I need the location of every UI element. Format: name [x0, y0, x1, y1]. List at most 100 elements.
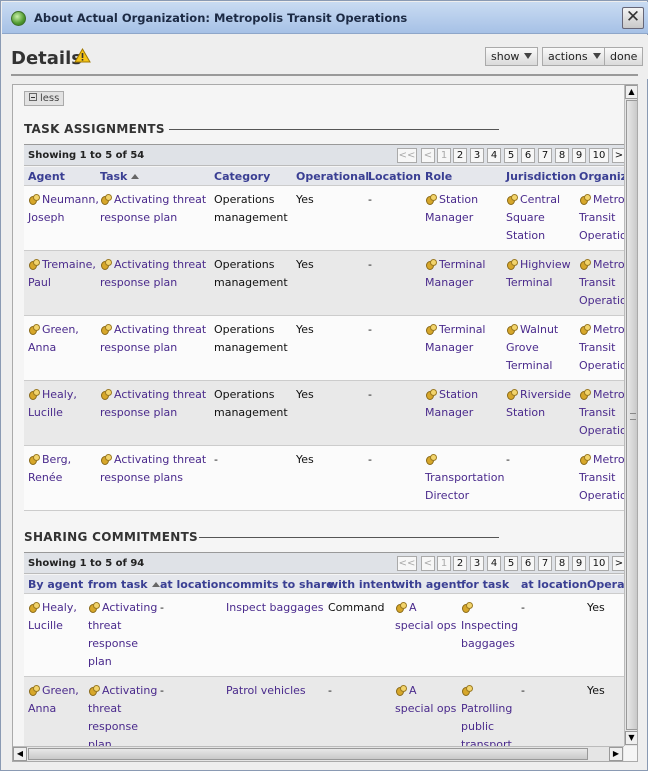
title-bar[interactable]: About Actual Organization: Metropolis Tr…	[2, 2, 648, 34]
less-toggle[interactable]: less	[24, 91, 65, 106]
table-cell[interactable]: Activating threat response plan	[88, 599, 157, 671]
cell-text[interactable]: response plan	[100, 406, 177, 419]
cell-text[interactable]: Transit	[579, 341, 615, 354]
cell-text[interactable]: Manager	[425, 211, 473, 224]
cell-text[interactable]: Renée	[28, 471, 62, 484]
cell-text[interactable]: Walnut	[520, 323, 558, 336]
cell-text[interactable]: baggages	[461, 637, 515, 650]
cell-text[interactable]: Terminal	[439, 258, 486, 271]
table-cell[interactable]: Inspecting baggages	[461, 599, 518, 653]
column-header[interactable]: at location	[160, 578, 226, 591]
table-cell[interactable]: Activating threat response plan	[100, 321, 206, 357]
scroll-left-arrow[interactable]: ◀	[13, 747, 27, 761]
cell-text[interactable]: Terminal	[439, 323, 486, 336]
cell-text[interactable]: Inspecting	[461, 619, 518, 632]
pager-button-11[interactable]: 10	[589, 148, 609, 163]
cell-text[interactable]: Activating	[102, 601, 157, 614]
pager-button-7[interactable]: 6	[521, 556, 535, 571]
cell-text[interactable]: Activating threat	[114, 193, 206, 206]
table-cell[interactable]: Riverside Station	[506, 386, 571, 422]
cell-text[interactable]: Transportation	[425, 471, 504, 484]
cell-text[interactable]: threat	[88, 702, 121, 715]
cell-text[interactable]: Healy,	[42, 388, 77, 401]
cell-text[interactable]: Square	[506, 211, 545, 224]
pager-button-1[interactable]: <	[421, 148, 435, 163]
pager-button-10[interactable]: 9	[572, 148, 586, 163]
cell-text[interactable]: Director	[425, 489, 469, 502]
cell-text[interactable]: Operation	[579, 359, 624, 372]
column-header[interactable]: Category	[214, 170, 270, 183]
table-cell[interactable]: Healy, Lucille	[28, 599, 77, 635]
column-header[interactable]: Operational	[296, 170, 369, 183]
column-header[interactable]: with intent	[328, 578, 396, 591]
table-cell[interactable]: Metrop Transit Operation	[579, 386, 624, 440]
scroll-thumb-horizontal[interactable]	[28, 748, 588, 760]
cell-text[interactable]: Patrol vehicles	[226, 684, 306, 697]
cell-text[interactable]: Healy,	[42, 601, 77, 614]
pager-button-5[interactable]: 4	[487, 556, 501, 571]
column-header[interactable]: Task	[100, 170, 140, 183]
cell-text[interactable]: Activating	[102, 684, 157, 697]
pager-button-4[interactable]: 3	[470, 148, 484, 163]
column-header[interactable]: Organiza	[579, 170, 624, 183]
pager-button-3[interactable]: 2	[453, 556, 467, 571]
cell-text[interactable]: Metrop	[593, 453, 624, 466]
table-cell[interactable]: Activating threat response plan	[88, 682, 157, 746]
pager-button-6[interactable]: 5	[504, 148, 518, 163]
cell-text[interactable]: Green,	[42, 323, 79, 336]
cell-text[interactable]: Transit	[579, 276, 615, 289]
table-cell[interactable]: Inspect baggages	[226, 599, 323, 617]
column-header[interactable]: with agent	[395, 578, 462, 591]
table-cell[interactable]: Activating threat response plan	[100, 386, 206, 422]
pager-button-2[interactable]: 1	[437, 148, 451, 163]
table-cell[interactable]: Station Manager	[425, 386, 478, 422]
table-cell[interactable]: Highview Terminal	[506, 256, 571, 292]
cell-text[interactable]: Inspect baggages	[226, 601, 323, 614]
pager-button-6[interactable]: 5	[504, 556, 518, 571]
cell-text[interactable]: Operation	[579, 489, 624, 502]
cell-text[interactable]: Highview	[520, 258, 571, 271]
scroll-thumb[interactable]	[626, 100, 637, 730]
pager-button-0[interactable]: <<	[397, 556, 417, 571]
table-cell[interactable]: Berg, Renée	[28, 451, 71, 487]
cell-text[interactable]: Patrolling	[461, 702, 512, 715]
cell-text[interactable]: special ops	[395, 619, 456, 632]
column-header[interactable]: Agent	[28, 170, 65, 183]
cell-text[interactable]: Neumann,	[42, 193, 99, 206]
pager-button-12[interactable]: >	[612, 556, 624, 571]
cell-text[interactable]: Green,	[42, 684, 79, 697]
table-cell[interactable]: Green, Anna	[28, 321, 79, 357]
cell-text[interactable]: Operation	[579, 294, 624, 307]
cell-text[interactable]: Metrop	[593, 258, 624, 271]
pager-button-9[interactable]: 8	[555, 148, 569, 163]
scroll-up-arrow[interactable]: ▲	[625, 85, 637, 99]
cell-text[interactable]: Activating threat	[114, 453, 206, 466]
table-cell[interactable]: Activating threat response plan	[100, 191, 206, 227]
cell-text[interactable]: Station	[439, 193, 478, 206]
cell-text[interactable]: Berg,	[42, 453, 71, 466]
table-cell[interactable]: Metrop Transit Operation	[579, 451, 624, 505]
cell-text[interactable]: Terminal	[506, 359, 553, 372]
column-header[interactable]: Jurisdiction	[506, 170, 576, 183]
cell-text[interactable]: A	[409, 601, 417, 614]
cell-text[interactable]: Joseph	[28, 211, 64, 224]
column-header[interactable]: for task	[461, 578, 509, 591]
cell-text[interactable]: Station	[506, 406, 545, 419]
cell-text[interactable]: threat	[88, 619, 121, 632]
cell-text[interactable]: Transit	[579, 471, 615, 484]
table-cell[interactable]: Aspecial ops	[395, 599, 456, 635]
cell-text[interactable]: Operation	[579, 424, 624, 437]
close-button[interactable]: ✕	[622, 7, 644, 29]
pager-button-2[interactable]: 1	[437, 556, 451, 571]
column-header[interactable]: at location	[521, 578, 587, 591]
pager-button-1[interactable]: <	[421, 556, 435, 571]
done-button[interactable]: done	[604, 47, 644, 66]
cell-text[interactable]: Transit	[579, 211, 615, 224]
cell-text[interactable]: Lucille	[28, 619, 63, 632]
cell-text[interactable]: Anna	[28, 702, 56, 715]
cell-text[interactable]: Paul	[28, 276, 51, 289]
cell-text[interactable]: plan	[88, 655, 112, 668]
cell-text[interactable]: Lucille	[28, 406, 63, 419]
cell-text[interactable]: Station	[506, 229, 545, 242]
cell-text[interactable]: Activating threat	[114, 388, 206, 401]
